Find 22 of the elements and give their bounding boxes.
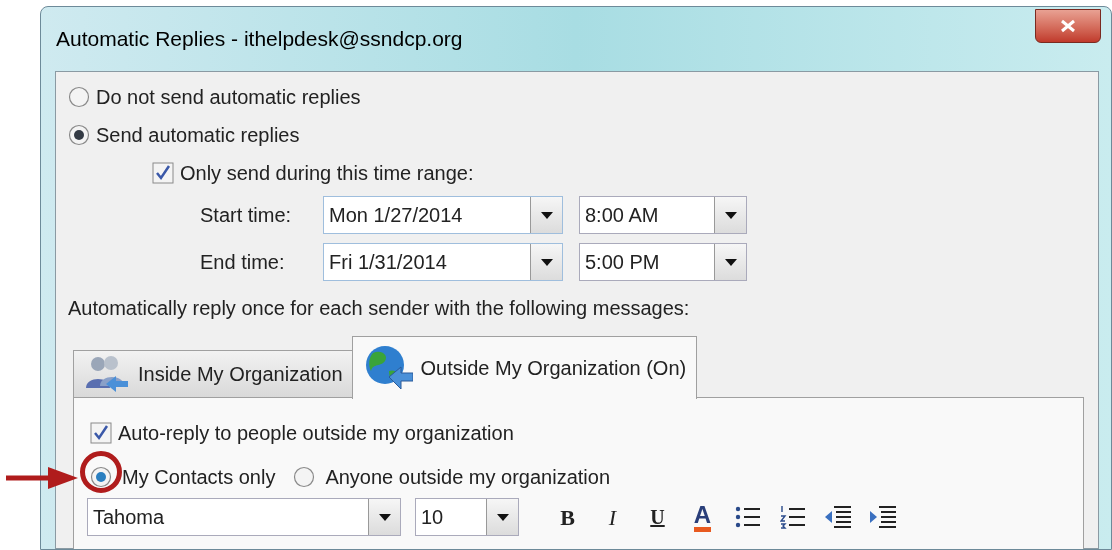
font-size-dropdown[interactable]: 10 (415, 498, 519, 536)
checkbox-label: Auto-reply to people outside my organization (118, 421, 514, 446)
radio-label: Send automatic replies (96, 123, 300, 148)
underline-button[interactable]: U (635, 498, 680, 536)
date-dropdown[interactable]: Mon 1/27/2014 (323, 196, 563, 234)
window-title: Automatic Replies - ithelpdesk@ssndcp.org (56, 26, 463, 52)
radio-label: Do not send automatic replies (96, 85, 361, 110)
field-label: Start time: (200, 203, 293, 228)
bold-button[interactable]: B (545, 498, 590, 536)
field-label: End time: (200, 250, 286, 275)
time-dropdown[interactable]: 5:00 PM (579, 243, 747, 281)
tab[interactable]: Outside My Organization (On) (351, 336, 698, 399)
radio-label: Anyone outside my organization (325, 465, 610, 490)
italic-button[interactable]: I (590, 498, 635, 536)
date-dropdown[interactable]: Fri 1/31/2014 (323, 243, 563, 281)
tab[interactable]: Inside My Organization (73, 350, 354, 398)
font-dropdown[interactable]: Tahoma (87, 498, 401, 536)
font-color-button[interactable]: A (680, 498, 725, 536)
checkbox-label: Only send during this time range: (180, 161, 474, 186)
time-dropdown[interactable]: 8:00 AM (579, 196, 747, 234)
radio-label: My Contacts only (122, 465, 276, 490)
instruction-text: Automatically reply once for each sender with the following messages: (68, 296, 691, 321)
